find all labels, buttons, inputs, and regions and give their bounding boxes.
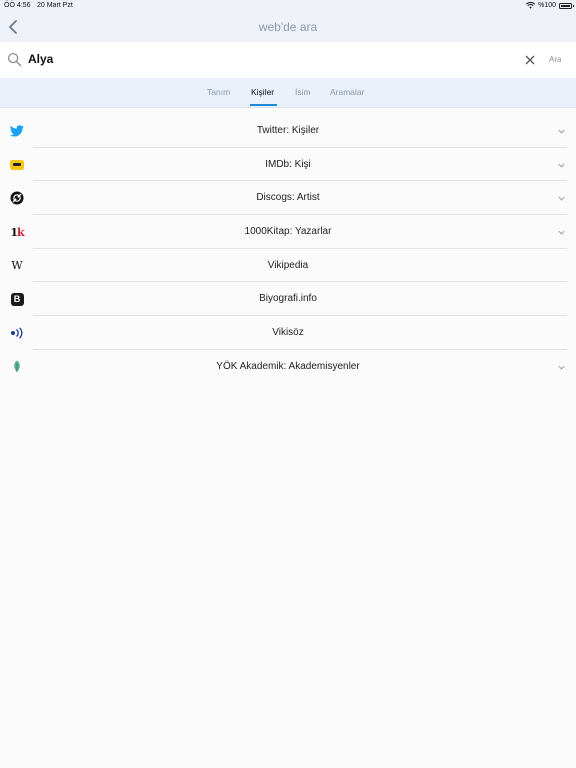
list-item-twitter[interactable]: Twitter: Kişiler xyxy=(0,114,576,148)
list-item-label: Vikisöz xyxy=(272,327,304,339)
search-bar: Ara xyxy=(0,42,576,78)
status-bar: ÖÖ 4:56 20 Mart Pzt %100 xyxy=(0,0,576,12)
list-item-discogs[interactable]: Discogs: Artist xyxy=(0,181,576,216)
list-item-label: 1000Kitap: Yazarlar xyxy=(244,226,332,238)
navigation-bar: web'de ara xyxy=(0,12,576,42)
tab-aramalar[interactable]: Aramalar xyxy=(330,87,364,97)
battery-icon xyxy=(559,2,574,9)
search-input[interactable] xyxy=(28,52,508,66)
chevron-down-icon xyxy=(558,230,565,235)
search-submit-button[interactable]: Ara xyxy=(549,55,561,64)
list-item-1000kitap[interactable]: 1k 1000Kitap: Yazarlar xyxy=(0,215,576,249)
list-item-label: Twitter: Kişiler xyxy=(256,125,320,136)
list-item-vikipedia[interactable]: W Vikipedia xyxy=(0,249,576,283)
list-item-imdb[interactable]: IMDb: Kişi xyxy=(0,148,576,182)
status-indicators: %100 xyxy=(526,2,574,9)
wifi-icon xyxy=(526,2,536,9)
tab-tanim[interactable]: Tanım xyxy=(207,87,230,97)
active-tab-indicator xyxy=(250,104,277,106)
list-item-label: IMDb: Kişi xyxy=(265,158,311,170)
clear-icon[interactable] xyxy=(524,54,536,66)
status-date: 20 Mart Pzt xyxy=(37,2,73,9)
page-title: web'de ara xyxy=(258,20,318,34)
tab-isim[interactable]: İsim xyxy=(295,87,311,97)
search-icon xyxy=(7,52,22,67)
list-item-vikisoz[interactable]: Vikisöz xyxy=(0,316,576,350)
results-list: Twitter: Kişiler IMDb: Kişi Discogs: Art… xyxy=(0,114,576,384)
chevron-down-icon xyxy=(558,129,565,134)
list-item-label: Biyografi.info xyxy=(259,293,317,305)
tab-kisiler[interactable]: Kişiler xyxy=(251,87,274,97)
list-item-biyografi[interactable]: B Biyografi.info xyxy=(0,282,576,317)
chevron-down-icon xyxy=(558,163,565,168)
list-item-yok-akademik[interactable]: YÖK Akademik: Akademisyenler xyxy=(0,350,576,384)
list-item-label: YÖK Akademik: Akademisyenler xyxy=(216,360,360,372)
battery-percent: %100 xyxy=(538,2,556,9)
list-item-label: Discogs: Artist xyxy=(256,192,320,204)
category-tabs: Tanım Kişiler İsim Aramalar xyxy=(0,78,576,108)
list-item-label: Vikipedia xyxy=(267,259,309,271)
chevron-down-icon xyxy=(558,197,565,201)
chevron-down-icon xyxy=(558,365,565,370)
status-time: ÖÖ 4:56 xyxy=(4,2,31,9)
